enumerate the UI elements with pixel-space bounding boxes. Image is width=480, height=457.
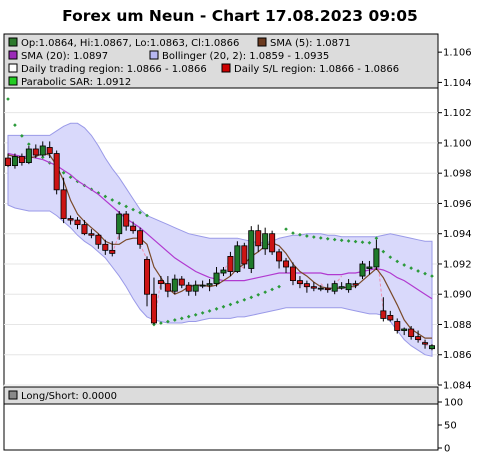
candle-body xyxy=(137,230,144,245)
sub-panel-label: Long/Short: 0.0000 xyxy=(21,391,117,402)
candle-body xyxy=(95,234,102,245)
candle-body xyxy=(241,245,248,265)
y-tick-label: 1.096 xyxy=(443,199,472,210)
candle-body xyxy=(234,245,241,272)
legend-label: SMA (20): 1.0897 xyxy=(21,51,108,62)
legend-label: Bollinger (20, 2): 1.0859 - 1.0935 xyxy=(162,51,329,62)
candle-body xyxy=(150,293,157,324)
legend-label: Daily S/L region: 1.0866 - 1.0866 xyxy=(234,64,399,75)
forex-chart: Forex um Neun - Chart 17.08.2023 09:05 O… xyxy=(3,7,472,455)
candle-body xyxy=(248,230,255,269)
candle-body xyxy=(262,233,269,250)
candle-body xyxy=(345,283,352,291)
candle-body xyxy=(324,287,331,291)
y-tick-label: 1.088 xyxy=(443,320,472,331)
candle-body xyxy=(255,230,262,247)
candle-body xyxy=(157,280,164,285)
y-tick-label: 1.084 xyxy=(443,381,472,392)
candle-body xyxy=(53,153,60,191)
y-tick-label: 1.102 xyxy=(443,108,472,119)
y-tick-label: 1.106 xyxy=(443,48,472,59)
candle-body xyxy=(331,283,338,292)
candle-body xyxy=(164,283,171,292)
candle-body xyxy=(373,248,380,268)
candle-body xyxy=(192,284,199,292)
y-tick-label: 1.092 xyxy=(443,259,472,270)
candle-body xyxy=(25,148,32,163)
candle-body xyxy=(109,249,116,254)
legend-swatch xyxy=(8,76,18,86)
sub-y-tick-label: 50 xyxy=(444,421,457,432)
candle-body xyxy=(269,233,276,253)
y-tick-label: 1.104 xyxy=(443,78,472,89)
sub-y-tick-label: 100 xyxy=(444,398,463,409)
legend-label: Op:1.0864, Hi:1.0867, Lo:1.0863, Cl:1.08… xyxy=(21,38,239,49)
y-tick-label: 1.094 xyxy=(443,229,472,240)
candle-body xyxy=(171,278,178,292)
candle-body xyxy=(387,315,394,321)
candle-body xyxy=(296,280,303,285)
candle-body xyxy=(303,283,310,288)
candle-body xyxy=(415,336,422,341)
candle-body xyxy=(74,219,81,226)
candle-body xyxy=(206,283,213,286)
candle-body xyxy=(5,157,11,167)
candle-body xyxy=(359,263,366,277)
candle-body xyxy=(102,243,109,251)
chart-title: Forex um Neun - Chart 17.08.2023 09:05 xyxy=(62,7,418,25)
candle-body xyxy=(227,256,234,272)
candle-body xyxy=(123,213,130,227)
candle-body xyxy=(220,269,227,274)
candle-body xyxy=(185,284,192,292)
candle-body xyxy=(81,224,88,235)
legend-swatch xyxy=(8,37,18,47)
legend-label: SMA (5): 1.0871 xyxy=(270,38,351,49)
candle-body xyxy=(199,284,206,287)
candle-body xyxy=(178,278,185,286)
y-tick-label: 1.090 xyxy=(443,290,472,301)
candle-body xyxy=(338,286,345,289)
candle-body xyxy=(144,259,151,295)
price-axis: 1.106 1.104 1.102 1.100 1.098 1.096 1.094 1.092… xyxy=(438,48,472,392)
candle-body xyxy=(289,266,296,282)
candle-body xyxy=(11,156,18,167)
candle-body xyxy=(380,310,387,319)
candle-body xyxy=(283,260,290,268)
sub-panel-axis: 100 50 0 xyxy=(438,398,463,455)
candle-body xyxy=(116,213,123,235)
legend-label: Parabolic SAR: 1.0912 xyxy=(21,77,131,88)
candle-body xyxy=(428,345,435,350)
candle-body xyxy=(352,283,359,286)
candle-body xyxy=(213,272,220,285)
candle-body xyxy=(276,251,283,262)
candle-body xyxy=(88,233,95,236)
candle-body xyxy=(310,286,317,289)
candle-body xyxy=(39,145,46,156)
candle-body xyxy=(46,147,53,154)
legend-swatch xyxy=(149,50,159,60)
candle-body xyxy=(317,287,324,290)
y-tick-label: 1.086 xyxy=(443,350,472,361)
legend-swatch xyxy=(8,63,18,73)
candle-body xyxy=(130,225,137,232)
y-tick-label: 1.098 xyxy=(443,169,472,180)
candle-body xyxy=(18,156,25,163)
sub-panel-swatch xyxy=(8,390,18,400)
candle-body xyxy=(394,321,401,331)
y-tick-label: 1.100 xyxy=(443,138,472,149)
candle-body xyxy=(366,266,373,269)
candle-body xyxy=(32,148,39,156)
candle-body xyxy=(60,189,67,219)
candle-body xyxy=(422,342,429,345)
legend-swatch xyxy=(221,63,231,73)
legend-swatch xyxy=(257,37,267,47)
candle-body xyxy=(401,328,408,331)
legend-label: Daily trading region: 1.0866 - 1.0866 xyxy=(21,64,207,75)
candle-body xyxy=(408,328,415,337)
sub-y-tick-label: 0 xyxy=(444,444,450,455)
candle-body xyxy=(67,218,74,221)
legend-swatch xyxy=(8,50,18,60)
